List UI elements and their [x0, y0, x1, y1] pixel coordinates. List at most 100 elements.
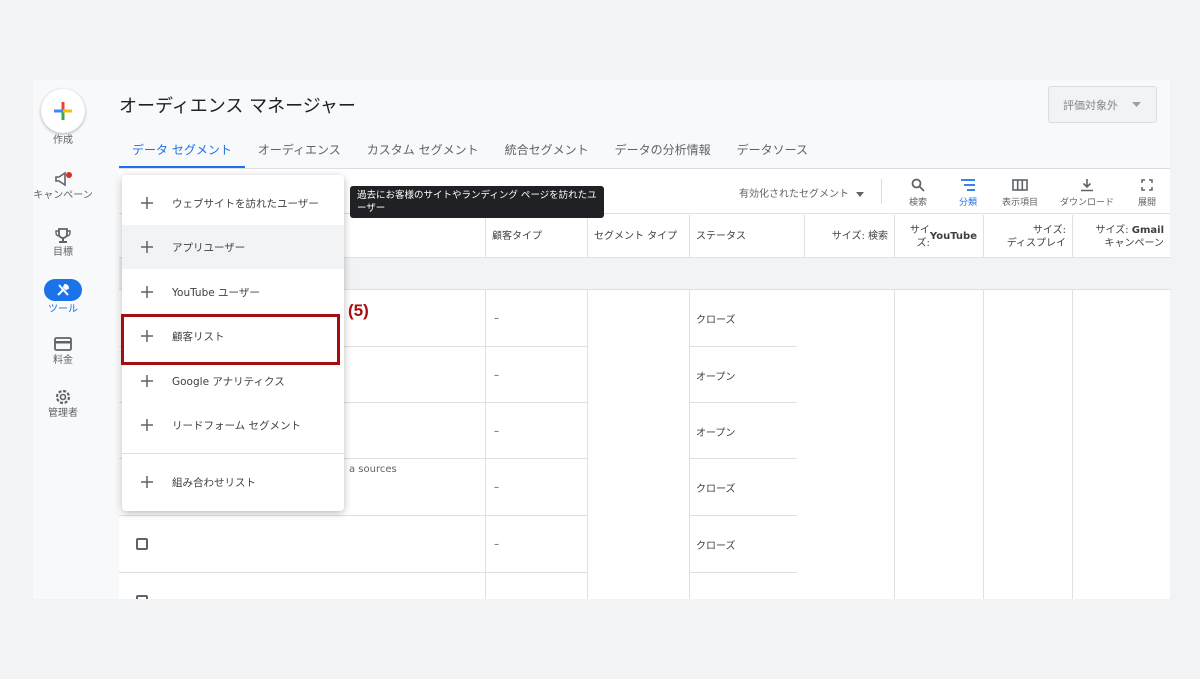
plus-icon [122, 375, 172, 387]
trophy-icon [33, 225, 93, 247]
tooltip: 過去にお客様のサイトやランディング ページを訪れたユーザー [350, 186, 604, 218]
plus-icon [122, 241, 172, 253]
col-size-gmail[interactable]: サイズ: Gmail キャンペーン [1072, 215, 1170, 258]
col-segment-type[interactable]: セグメント タイプ [587, 215, 689, 258]
table-row[interactable] [119, 573, 1170, 599]
col-size-youtube-bold: YouTube [929, 231, 977, 242]
grid-line [894, 290, 895, 599]
gear-icon [33, 386, 93, 408]
plus-icon [54, 102, 72, 120]
row-checkbox[interactable] [136, 538, 148, 550]
rail-item-billing[interactable]: 料金 [33, 333, 93, 367]
tools-label: ツール [48, 304, 78, 315]
billing-label: 料金 [53, 355, 73, 366]
download-icon [1057, 175, 1117, 195]
menu-item-lead-form[interactable]: リードフォーム セグメント [122, 403, 344, 447]
menu-item-google-analytics[interactable]: Google アナリティクス [122, 359, 344, 403]
plus-icon [122, 197, 172, 209]
rail-item-admin[interactable]: 管理者 [33, 386, 93, 420]
grid-line [119, 515, 587, 516]
rail-item-tools[interactable]: ツール [33, 279, 93, 316]
col-size-gmail-line1: サイズ: Gmail [1096, 224, 1164, 237]
tab-data-sources[interactable]: データソース [724, 134, 821, 168]
expand-label: 展開 [1137, 198, 1156, 208]
col-size-search[interactable]: サイズ: 検索 [804, 215, 894, 258]
cell-customer-type: – [494, 370, 499, 381]
col-status[interactable]: ステータス [689, 215, 804, 258]
credit-card-icon [33, 333, 93, 355]
columns-button[interactable]: 表示項目 [990, 175, 1050, 208]
tab-bar: データ セグメント オーディエンス カスタム セグメント 統合セグメント データ… [119, 134, 821, 168]
cell-status: クローズ [696, 484, 736, 495]
grid-line [119, 572, 587, 573]
menu-item-label: Google アナリティクス [172, 375, 285, 388]
create-button[interactable] [41, 89, 85, 133]
col-size-gmail-text: サイズ: Gmail キャンペーン [1096, 224, 1164, 250]
grid-line [689, 402, 797, 403]
tab-audiences[interactable]: オーディエンス [245, 134, 354, 168]
grid-line [587, 290, 588, 599]
menu-item-app-users[interactable]: アプリユーザー [122, 225, 344, 269]
col-size-display-line2: ディスプレイ [1006, 237, 1066, 249]
cell-status: オープン [696, 372, 736, 383]
page-title: オーディエンス マネージャー [119, 96, 356, 117]
segment-filter-label: 有効化されたセグメント [739, 189, 849, 200]
eval-status-label: 評価対象外 [1063, 98, 1118, 112]
plus-icon [122, 286, 172, 298]
table-row[interactable]: – クローズ [119, 516, 1170, 573]
row-checkbox[interactable] [136, 595, 148, 599]
rail-item-campaigns[interactable]: キャンペーン [33, 168, 93, 202]
create-label: 作成 [53, 135, 73, 146]
menu-item-label: YouTube ユーザー [172, 286, 260, 299]
menu-item-combined-list[interactable]: 組み合わせリスト [122, 460, 344, 504]
col-customer-type[interactable]: 顧客タイプ [485, 215, 587, 258]
col-size-display-line1: サイズ: [1032, 224, 1066, 236]
grid-line [983, 290, 984, 599]
campaigns-label: キャンペーン [33, 190, 93, 201]
grid-line [1072, 290, 1073, 599]
cell-status: クローズ [696, 541, 736, 552]
caret-down-icon [1132, 102, 1141, 107]
segment-button[interactable]: 分類 [938, 175, 998, 208]
annotation-step-number: (5) [348, 301, 369, 320]
menu-item-label: 組み合わせリスト [172, 476, 256, 489]
col-size-gmail-prefix: サイズ: [1095, 224, 1132, 236]
cell-status: クローズ [696, 315, 736, 326]
download-label: ダウンロード [1059, 198, 1114, 208]
menu-item-website-visitors[interactable]: ウェブサイトを訪れたユーザー [122, 181, 344, 225]
highlight-box [121, 314, 340, 365]
tab-insights[interactable]: データの分析情報 [602, 134, 724, 168]
tab-combined-segments[interactable]: 統合セグメント [492, 134, 602, 168]
plus-icon [122, 419, 172, 431]
segment-label: 分類 [958, 198, 977, 208]
cell-customer-type: – [494, 539, 499, 550]
tab-data-segments[interactable]: データ セグメント [119, 134, 245, 168]
admin-label: 管理者 [48, 408, 78, 419]
menu-item-youtube-users[interactable]: YouTube ユーザー [122, 270, 344, 314]
eval-status-dropdown[interactable]: 評価対象外 [1048, 86, 1157, 123]
download-button[interactable]: ダウンロード [1057, 175, 1117, 208]
segment-filter-dropdown[interactable]: 有効化されたセグメント [739, 185, 865, 200]
col-size-youtube-prefix: サイズ: [909, 224, 930, 249]
grid-line [689, 572, 797, 573]
goals-label: 目標 [53, 247, 73, 258]
segment-icon [938, 175, 998, 195]
cell-status: オープン [696, 428, 736, 439]
row-description: a sources [349, 464, 397, 475]
caret-down-icon [856, 192, 865, 197]
search-label: 検索 [908, 198, 927, 208]
tab-custom-segments[interactable]: カスタム セグメント [354, 134, 492, 168]
cell-customer-type: – [494, 482, 499, 493]
expand-button[interactable]: 展開 [1117, 175, 1170, 208]
col-size-youtube[interactable]: サイズ: YouTube [894, 215, 983, 258]
menu-item-label: ウェブサイトを訪れたユーザー [172, 197, 319, 210]
columns-icon [990, 175, 1050, 195]
grid-line [689, 290, 690, 599]
col-size-display-text: サイズ: ディスプレイ [1007, 224, 1066, 250]
rail-item-goals[interactable]: 目標 [33, 225, 93, 259]
grid-line [689, 458, 797, 459]
col-size-display[interactable]: サイズ: ディスプレイ [983, 215, 1072, 258]
tools-icon [44, 279, 82, 301]
menu-divider [122, 453, 344, 454]
plus-icon [122, 476, 172, 488]
